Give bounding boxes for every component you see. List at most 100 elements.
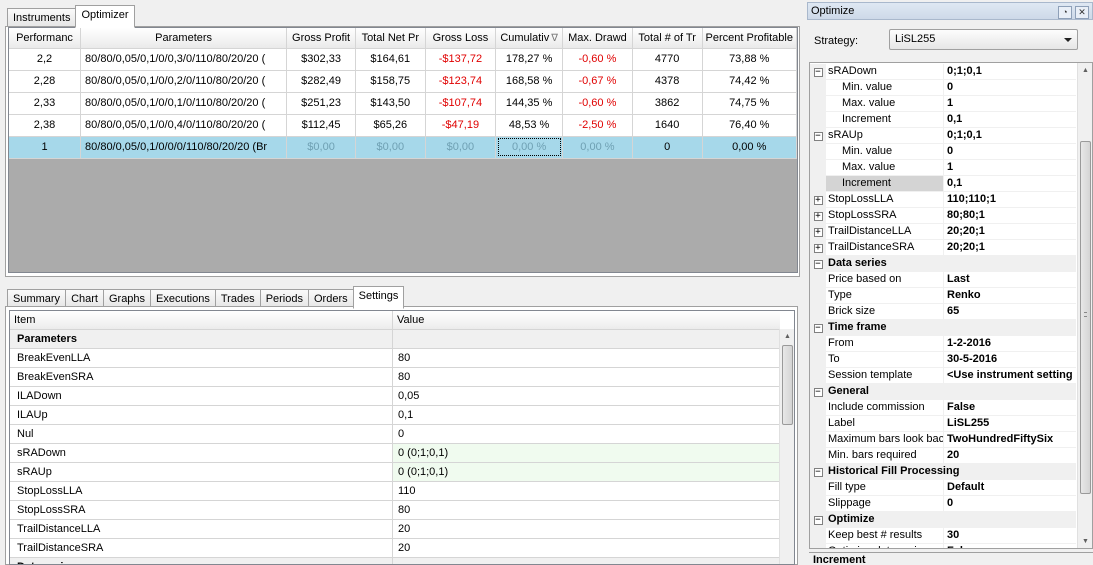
table-cell[interactable]: -$137,72 bbox=[425, 48, 497, 71]
table-cell[interactable]: $0,00 bbox=[286, 136, 356, 159]
property-row[interactable]: + TrailDistanceSRA 20;20;1 bbox=[810, 240, 1076, 256]
table-cell[interactable]: 80/80/0,05/0,1/0/0/0/110/80/20/20 (Br bbox=[80, 136, 288, 159]
settings-group-row[interactable]: Data series bbox=[10, 558, 780, 564]
property-value[interactable]: 0;1;0,1 bbox=[944, 128, 1076, 144]
property-row[interactable]: Min. value 0 bbox=[810, 80, 1076, 96]
property-row[interactable]: Max. value 1 bbox=[810, 96, 1076, 112]
expand-icon[interactable]: + bbox=[813, 211, 823, 221]
column-header[interactable]: Gross Profit bbox=[286, 28, 356, 49]
property-value[interactable]: False bbox=[944, 400, 1076, 416]
property-value[interactable]: 0 bbox=[944, 144, 1076, 160]
table-cell[interactable]: 4770 bbox=[632, 48, 703, 71]
table-cell[interactable]: 0 bbox=[632, 136, 703, 159]
property-row[interactable]: Slippage 0 bbox=[810, 496, 1076, 512]
property-row[interactable]: Session template <Use instrument setting bbox=[810, 368, 1076, 384]
settings-row[interactable]: BreakEvenLLA 80 bbox=[10, 349, 780, 368]
table-row[interactable]: 2,38 80/80/0,05/0,1/0/0,4/0/110/80/20/20 … bbox=[9, 114, 797, 137]
property-row[interactable]: − sRADown 0;1;0,1 bbox=[810, 64, 1076, 80]
property-row[interactable]: Label LiSL255 bbox=[810, 416, 1076, 432]
table-cell[interactable]: 74,75 % bbox=[702, 92, 797, 115]
table-cell[interactable]: -$107,74 bbox=[425, 92, 497, 115]
table-cell[interactable]: 178,27 % bbox=[495, 48, 564, 71]
property-row[interactable]: Min. value 0 bbox=[810, 144, 1076, 160]
property-value[interactable]: 30-5-2016 bbox=[944, 352, 1076, 368]
property-category-row[interactable]: − Historical Fill Processing bbox=[810, 464, 1076, 480]
close-icon[interactable]: ✕ bbox=[1075, 6, 1089, 19]
table-cell[interactable]: $282,49 bbox=[286, 70, 356, 93]
property-category-row[interactable]: − Time frame bbox=[810, 320, 1076, 336]
pin-icon[interactable]: ◔ bbox=[1058, 6, 1072, 19]
table-row-selected[interactable]: 1 80/80/0,05/0,1/0/0/0/110/80/20/20 (Br $0… bbox=[9, 136, 797, 159]
column-header[interactable]: Parameters bbox=[80, 28, 288, 49]
property-row[interactable]: − sRAUp 0;1;0,1 bbox=[810, 128, 1076, 144]
table-row[interactable]: 2,33 80/80/0,05/0,1/0/0,1/0/110/80/20/20 … bbox=[9, 92, 797, 115]
column-header[interactable]: Cumulativ ∇ bbox=[495, 28, 564, 49]
property-category-row[interactable]: − General bbox=[810, 384, 1076, 400]
scroll-thumb[interactable] bbox=[782, 345, 793, 425]
table-cell[interactable]: 73,88 % bbox=[702, 48, 797, 71]
property-value[interactable]: 110;110;1 bbox=[944, 192, 1076, 208]
property-grid[interactable]: − sRADown 0;1;0,1 Min. value 0 Max. value 1 Inc… bbox=[809, 62, 1093, 549]
property-row[interactable]: Type Renko bbox=[810, 288, 1076, 304]
property-value[interactable]: 0 bbox=[944, 496, 1076, 512]
table-cell[interactable]: 2,28 bbox=[9, 70, 82, 93]
property-row[interactable]: + StopLossSRA 80;80;1 bbox=[810, 208, 1076, 224]
table-cell[interactable]: 80/80/0,05/0,1/0/0,1/0/110/80/20/20 ( bbox=[80, 92, 288, 115]
chevron-down-icon[interactable] bbox=[1064, 38, 1072, 42]
table-cell[interactable]: $65,26 bbox=[355, 114, 426, 137]
property-value[interactable]: 20;20;1 bbox=[944, 224, 1076, 240]
table-cell[interactable]: -0,60 % bbox=[562, 92, 633, 115]
settings-row[interactable]: StopLossLLA 110 bbox=[10, 482, 780, 501]
property-row[interactable]: Price based on Last bbox=[810, 272, 1076, 288]
collapse-icon[interactable]: − bbox=[813, 67, 823, 77]
table-cell[interactable]: 74,42 % bbox=[702, 70, 797, 93]
table-cell[interactable]: 80/80/0,05/0,1/0/0,3/0/110/80/20/20 ( bbox=[80, 48, 288, 71]
table-cell[interactable]: 2,33 bbox=[9, 92, 82, 115]
expand-icon[interactable]: + bbox=[813, 227, 823, 237]
scroll-down-arrow-icon[interactable]: ▼ bbox=[1078, 534, 1092, 548]
collapse-icon[interactable]: − bbox=[813, 323, 823, 333]
tab-settings[interactable]: Settings bbox=[352, 286, 405, 309]
table-cell[interactable]: $0,00 bbox=[425, 136, 497, 159]
property-row[interactable]: Fill type Default bbox=[810, 480, 1076, 496]
column-header[interactable]: Max. Drawd bbox=[562, 28, 633, 49]
collapse-icon[interactable]: − bbox=[813, 387, 823, 397]
property-value[interactable]: <Use instrument setting bbox=[944, 368, 1076, 384]
optimization-results-grid[interactable]: Performanc Parameters Gross Profit Total Ne… bbox=[8, 27, 798, 273]
table-cell[interactable]: 2,2 bbox=[9, 48, 82, 71]
strategy-select[interactable]: LiSL255 bbox=[889, 29, 1078, 50]
table-cell[interactable]: $112,45 bbox=[286, 114, 356, 137]
settings-scrollbar[interactable]: ▲ bbox=[779, 329, 794, 564]
property-value[interactable]: 1 bbox=[944, 160, 1076, 176]
collapse-icon[interactable]: − bbox=[813, 467, 823, 477]
table-cell[interactable]: 80/80/0,05/0,1/0/0,4/0/110/80/20/20 ( bbox=[80, 114, 288, 137]
table-cell[interactable]: -$47,19 bbox=[425, 114, 497, 137]
column-header[interactable]: Total Net Pr bbox=[355, 28, 426, 49]
table-cell[interactable]: 3862 bbox=[632, 92, 703, 115]
property-value[interactable]: 1 bbox=[944, 96, 1076, 112]
property-value[interactable]: 0,1 bbox=[944, 112, 1076, 128]
property-row[interactable]: Min. bars required 20 bbox=[810, 448, 1076, 464]
property-value[interactable]: 30 bbox=[944, 528, 1076, 544]
table-cell[interactable]: -2,50 % bbox=[562, 114, 633, 137]
property-row[interactable]: Maximum bars look bac TwoHundredFiftySix bbox=[810, 432, 1076, 448]
table-cell[interactable]: 80/80/0,05/0,1/0/0,2/0/110/80/20/20 ( bbox=[80, 70, 288, 93]
table-cell[interactable]: $164,61 bbox=[355, 48, 426, 71]
table-cell[interactable]: 0,00 % bbox=[495, 136, 564, 159]
column-header-value[interactable]: Value bbox=[393, 311, 780, 329]
property-grid-scrollbar[interactable]: ▲ ▼ bbox=[1077, 63, 1092, 548]
settings-row[interactable]: Nul 0 bbox=[10, 425, 780, 444]
expand-icon[interactable]: + bbox=[813, 195, 823, 205]
table-cell[interactable]: 2,38 bbox=[9, 114, 82, 137]
table-cell[interactable]: 168,58 % bbox=[495, 70, 564, 93]
table-cell[interactable]: 76,40 % bbox=[702, 114, 797, 137]
table-cell[interactable]: 0,00 % bbox=[562, 136, 633, 159]
property-row[interactable]: Increment 0,1 bbox=[810, 112, 1076, 128]
table-cell[interactable]: 48,53 % bbox=[495, 114, 564, 137]
column-header[interactable]: Percent Profitable bbox=[702, 28, 797, 49]
table-cell[interactable]: $302,33 bbox=[286, 48, 356, 71]
scroll-thumb[interactable] bbox=[1080, 141, 1091, 494]
scroll-up-arrow-icon[interactable]: ▲ bbox=[1078, 63, 1092, 78]
property-category-row[interactable]: − Data series bbox=[810, 256, 1076, 272]
table-cell[interactable]: -$123,74 bbox=[425, 70, 497, 93]
